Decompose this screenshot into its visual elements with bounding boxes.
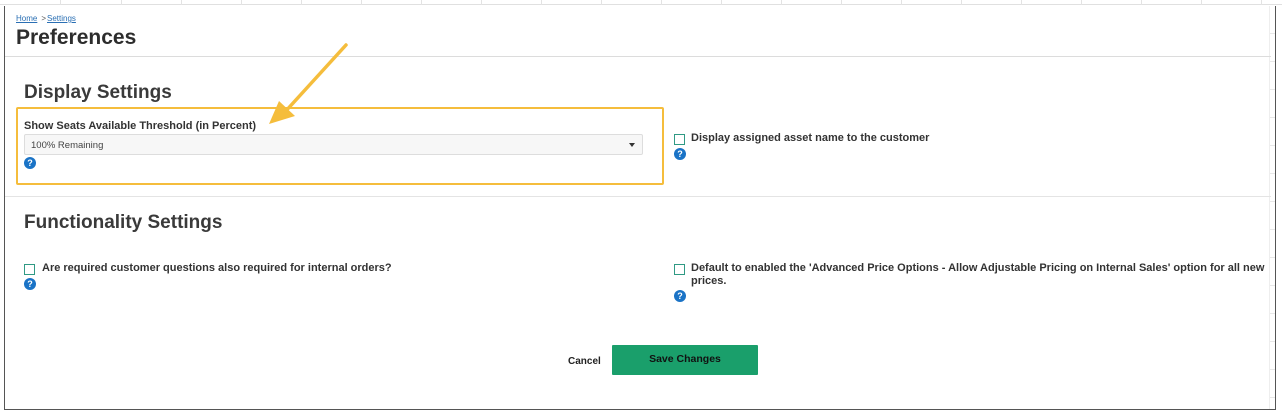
display-settings-heading: Display Settings [24,82,172,103]
preferences-panel: Home >Settings Preferences Display Settin… [4,6,1276,410]
section-divider [5,196,1271,197]
asset-name-checkbox[interactable] [674,134,685,145]
help-icon[interactable]: ? [674,148,686,160]
help-icon[interactable]: ? [24,157,36,169]
help-icon[interactable]: ? [674,290,686,302]
right-edge-gridlines [1269,6,1275,409]
breadcrumb: Home >Settings [16,14,76,23]
required-questions-checkbox[interactable] [24,264,35,275]
breadcrumb-home-link[interactable]: Home [16,14,37,23]
required-questions-label: Are required customer questions also req… [42,262,392,274]
seats-threshold-label: Show Seats Available Threshold (in Perce… [24,120,257,132]
seats-threshold-select[interactable]: 100% Remaining [24,134,643,155]
asset-name-label: Display assigned asset name to the custo… [691,132,930,144]
spreadsheet-gridlines [0,0,1282,5]
help-icon[interactable]: ? [24,278,36,290]
annotation-arrow-icon [269,43,348,124]
functionality-settings-heading: Functionality Settings [24,212,223,233]
page-title: Preferences [16,26,137,49]
chevron-down-icon [629,143,635,147]
title-divider [5,56,1271,57]
advanced-price-checkbox[interactable] [674,264,685,275]
seats-threshold-value: 100% Remaining [31,140,104,151]
advanced-price-label: Default to enabled the 'Advanced Price O… [691,262,1265,287]
breadcrumb-separator: > [41,14,47,23]
cancel-button[interactable]: Cancel [568,356,601,367]
breadcrumb-settings-link[interactable]: Settings [47,14,76,23]
save-changes-button[interactable]: Save Changes [612,345,758,375]
